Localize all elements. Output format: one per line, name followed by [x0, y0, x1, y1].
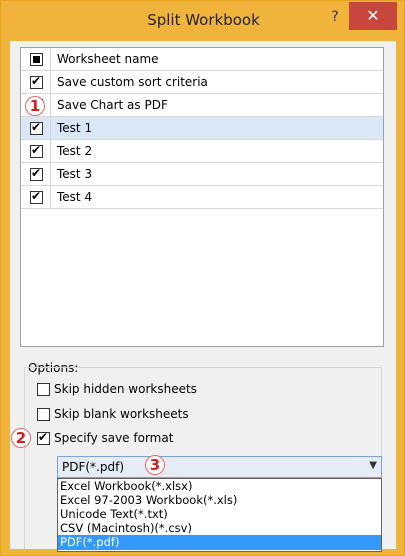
- help-button[interactable]: ?: [324, 9, 346, 29]
- close-button[interactable]: ✕: [349, 2, 397, 30]
- annotation-marker: 1: [25, 96, 45, 116]
- row-check-cell: [21, 117, 51, 139]
- worksheet-checkbox[interactable]: [30, 189, 43, 204]
- worksheet-name: Test 2: [57, 144, 93, 158]
- skip-blank-label[interactable]: Skip blank worksheets: [54, 407, 189, 421]
- worksheet-row[interactable]: Test 1: [21, 117, 383, 140]
- column-header-worksheet-name: Worksheet name: [57, 52, 159, 66]
- worksheet-checkbox[interactable]: [30, 74, 43, 89]
- save-format-dropdown[interactable]: Excel Workbook(*.xlsx) Excel 97-2003 Wor…: [57, 478, 382, 552]
- split-workbook-dialog: Split Workbook ? ✕ Worksheet name Save c…: [0, 0, 405, 556]
- worksheet-name: Test 1: [57, 121, 93, 135]
- skip-hidden-label[interactable]: Skip hidden worksheets: [54, 382, 197, 396]
- worksheet-list-header: Worksheet name: [21, 48, 383, 71]
- worksheet-row[interactable]: Test 2: [21, 140, 383, 163]
- worksheet-row[interactable]: Test 3: [21, 163, 383, 186]
- title-bar[interactable]: Split Workbook ? ✕: [1, 1, 404, 41]
- row-check-cell: [21, 186, 51, 208]
- specify-format-checkbox[interactable]: [37, 430, 50, 445]
- worksheet-row[interactable]: Save custom sort criteria: [21, 71, 383, 94]
- worksheet-row[interactable]: Test 4: [21, 186, 383, 209]
- format-option[interactable]: Excel 97-2003 Workbook(*.xls): [58, 493, 381, 508]
- worksheet-name: Save custom sort criteria: [57, 75, 208, 89]
- worksheet-name: Test 3: [57, 167, 93, 181]
- worksheet-checkbox[interactable]: [30, 120, 43, 135]
- worksheet-list[interactable]: Worksheet name Save custom sort criteria…: [20, 47, 384, 347]
- format-option[interactable]: Unicode Text(*.txt): [58, 507, 381, 522]
- dialog-body: Worksheet name Save custom sort criteria…: [10, 41, 396, 552]
- annotation-marker: 3: [145, 455, 165, 475]
- skip-hidden-checkbox[interactable]: [37, 383, 50, 396]
- worksheet-checkbox[interactable]: [30, 166, 43, 181]
- worksheet-name: Save Chart as PDF: [57, 98, 168, 112]
- format-option[interactable]: CSV (Macintosh)(*.csv): [58, 521, 381, 536]
- worksheet-row[interactable]: Save Chart as PDF: [21, 94, 383, 117]
- chevron-down-icon[interactable]: ▼: [369, 460, 377, 471]
- specify-format-label[interactable]: Specify save format: [54, 431, 173, 445]
- annotation-marker: 2: [11, 428, 31, 448]
- format-option[interactable]: Excel Workbook(*.xlsx): [58, 479, 381, 494]
- skip-blank-checkbox[interactable]: [37, 408, 50, 421]
- worksheet-name: Test 4: [57, 190, 93, 204]
- save-format-value: PDF(*.pdf): [62, 460, 125, 474]
- row-check-cell: [21, 140, 51, 162]
- select-all-checkbox[interactable]: [30, 53, 43, 66]
- worksheet-checkbox[interactable]: [30, 143, 43, 158]
- select-all-cell: [21, 48, 51, 70]
- format-option-selected[interactable]: PDF(*.pdf): [58, 535, 381, 550]
- row-check-cell: [21, 71, 51, 93]
- row-check-cell: [21, 163, 51, 185]
- save-format-select[interactable]: PDF(*.pdf) ▼: [57, 456, 382, 478]
